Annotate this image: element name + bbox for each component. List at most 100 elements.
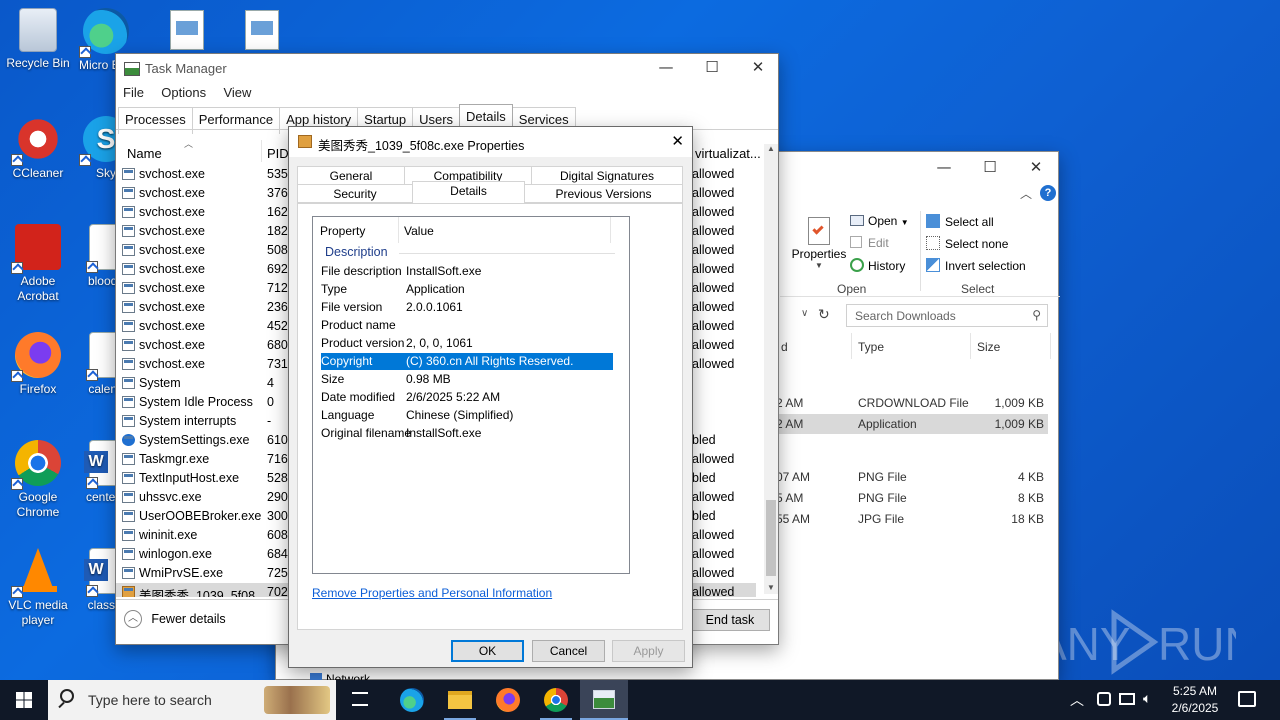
network-tray-icon[interactable] (1097, 692, 1111, 706)
sort-ascending-icon: ︿ (184, 139, 194, 149)
minimize-button[interactable]: — (921, 152, 967, 182)
list-item[interactable]: Product name (321, 317, 613, 334)
process-pid: 608 (267, 528, 288, 542)
select-none-button[interactable]: Select none (926, 236, 1008, 251)
process-name: System interrupts (139, 414, 237, 428)
property-value: Chinese (Simplified) (406, 408, 514, 422)
desktop-icon-recycle-bin[interactable]: Recycle Bin (0, 8, 76, 71)
process-virtualization: allowed (692, 566, 735, 580)
list-item[interactable]: Type Application (321, 281, 613, 298)
desktop-icon-label: Adobe Acrobat (17, 274, 59, 303)
taskbar-task-manager[interactable] (580, 680, 628, 720)
minimize-button[interactable]: — (643, 52, 689, 82)
show-hidden-icons-icon[interactable]: ︿ (1070, 690, 1084, 710)
desktop-icon-vlc[interactable]: VLC media player (0, 548, 76, 628)
column-header-size[interactable]: Size (977, 340, 1000, 354)
invert-selection-button[interactable]: Invert selection (926, 258, 1026, 273)
desktop-icon-firefox[interactable]: Firefox (0, 332, 76, 397)
process-icon (122, 187, 135, 199)
tab-general[interactable]: General (297, 166, 405, 185)
desktop-icon-label: Google Chrome (16, 490, 60, 519)
volume-icon[interactable]: 🔈︎ (1143, 690, 1151, 707)
ribbon-collapse-icon[interactable]: ︿ (1020, 185, 1032, 202)
ok-button[interactable]: OK (451, 640, 524, 662)
header-value[interactable]: Value (404, 224, 434, 238)
menu-view[interactable]: View (223, 85, 251, 100)
list-item[interactable]: Original filename InstallSoft.exe (321, 425, 613, 442)
tab-details[interactable]: Details (412, 181, 525, 204)
header-property[interactable]: Property (320, 224, 365, 238)
list-item[interactable]: Language Chinese (Simplified) (321, 407, 613, 424)
scroll-thumb[interactable] (766, 500, 776, 576)
list-item[interactable]: Size 0.98 MB (321, 371, 613, 388)
task-view-button[interactable] (336, 680, 384, 720)
process-name: svchost.exe (139, 186, 206, 200)
taskbar-firefox[interactable] (484, 680, 532, 720)
file-row[interactable]: 2 AM CRDOWNLOAD File 1,009 KB (776, 393, 1048, 413)
start-button[interactable] (0, 680, 48, 720)
fewer-details-button[interactable]: ︿ Fewer details (124, 610, 226, 628)
tab-digital-signatures[interactable]: Digital Signatures (531, 166, 683, 185)
column-header-name[interactable]: Name ︿ (116, 139, 262, 162)
remove-properties-link[interactable]: Remove Properties and Personal Informati… (312, 586, 552, 600)
ethernet-icon[interactable] (1119, 693, 1135, 705)
cancel-button[interactable]: Cancel (532, 640, 605, 662)
desktop-icon-chrome[interactable]: Google Chrome (0, 440, 76, 520)
notifications-icon[interactable] (1238, 691, 1256, 707)
file-type: CRDOWNLOAD File (858, 396, 969, 410)
edit-button[interactable]: Edit (850, 236, 889, 250)
process-name: svchost.exe (139, 243, 206, 257)
history-button[interactable]: History (850, 258, 905, 273)
tab-previous-versions[interactable]: Previous Versions (524, 184, 683, 203)
file-row[interactable]: 07 AM PNG File 4 KB (776, 467, 1048, 487)
list-item-selected[interactable]: Copyright (C) 360.cn All Rights Reserved. (321, 353, 613, 370)
address-dropdown-icon[interactable]: ∨ (801, 308, 808, 319)
tab-security[interactable]: Security (297, 184, 413, 203)
select-none-label: Select none (945, 237, 1009, 251)
properties-large-button[interactable]: Properties ▼ (788, 213, 850, 275)
desktop-file-icon[interactable] (170, 10, 204, 50)
desktop-icon-ccleaner[interactable]: CCleaner (0, 116, 76, 181)
file-row[interactable]: 55 AM JPG File 18 KB (776, 509, 1048, 529)
clock[interactable]: 5:25 AM 2/6/2025 (1164, 683, 1226, 717)
taskbar-chrome[interactable] (532, 680, 580, 720)
list-item[interactable]: File description InstallSoft.exe (321, 263, 613, 280)
menu-options[interactable]: Options (161, 85, 206, 100)
file-row[interactable]: 5 AM PNG File 8 KB (776, 488, 1048, 508)
maximize-button[interactable]: ☐ (967, 152, 1013, 182)
maximize-button[interactable]: ☐ (689, 52, 735, 82)
taskbar-edge[interactable] (388, 680, 436, 720)
process-name: svchost.exe (139, 319, 206, 333)
close-button[interactable]: ✕ (735, 52, 781, 82)
search-box[interactable]: Search Downloads ⚲ (846, 304, 1048, 327)
process-icon (122, 510, 135, 522)
scroll-up-icon[interactable]: ▲ (764, 144, 778, 153)
search-input[interactable]: Search Downloads (855, 309, 956, 323)
vertical-scrollbar[interactable]: ▲ ▼ (764, 144, 778, 594)
column-header-type[interactable]: Type (858, 340, 884, 354)
help-icon[interactable]: ? (1040, 185, 1056, 201)
list-item[interactable]: File version 2.0.0.1061 (321, 299, 613, 316)
edge-icon (79, 8, 129, 58)
menu-file[interactable]: File (123, 85, 144, 100)
list-item[interactable]: Date modified 2/6/2025 5:22 AM (321, 389, 613, 406)
refresh-icon[interactable]: ↻ (818, 306, 830, 323)
select-all-button[interactable]: Select all (926, 214, 994, 229)
close-button[interactable]: ✕ (1013, 152, 1059, 182)
close-icon[interactable]: ✕ (671, 132, 684, 150)
process-icon (122, 282, 135, 294)
end-task-button[interactable]: End task (690, 609, 770, 631)
open-button[interactable]: Open ▼ (850, 214, 909, 228)
file-row-selected[interactable]: 2 AM Application 1,009 KB (776, 414, 1048, 434)
column-header-virtualization[interactable]: virtualizat... (691, 140, 763, 162)
process-pid: 376 (267, 186, 288, 200)
taskbar-search-input[interactable]: Type here to search (88, 692, 212, 708)
desktop-icon-adobe-acrobat[interactable]: Adobe Acrobat (0, 224, 76, 304)
desktop-file-icon[interactable] (245, 10, 279, 50)
list-item[interactable]: Product version 2, 0, 0, 1061 (321, 335, 613, 352)
column-header-date[interactable]: d (781, 340, 788, 354)
apply-button[interactable]: Apply (612, 640, 685, 662)
taskbar-search-box[interactable]: Type here to search (48, 680, 336, 720)
scroll-down-icon[interactable]: ▼ (764, 583, 778, 592)
taskbar-file-explorer[interactable] (436, 680, 484, 720)
